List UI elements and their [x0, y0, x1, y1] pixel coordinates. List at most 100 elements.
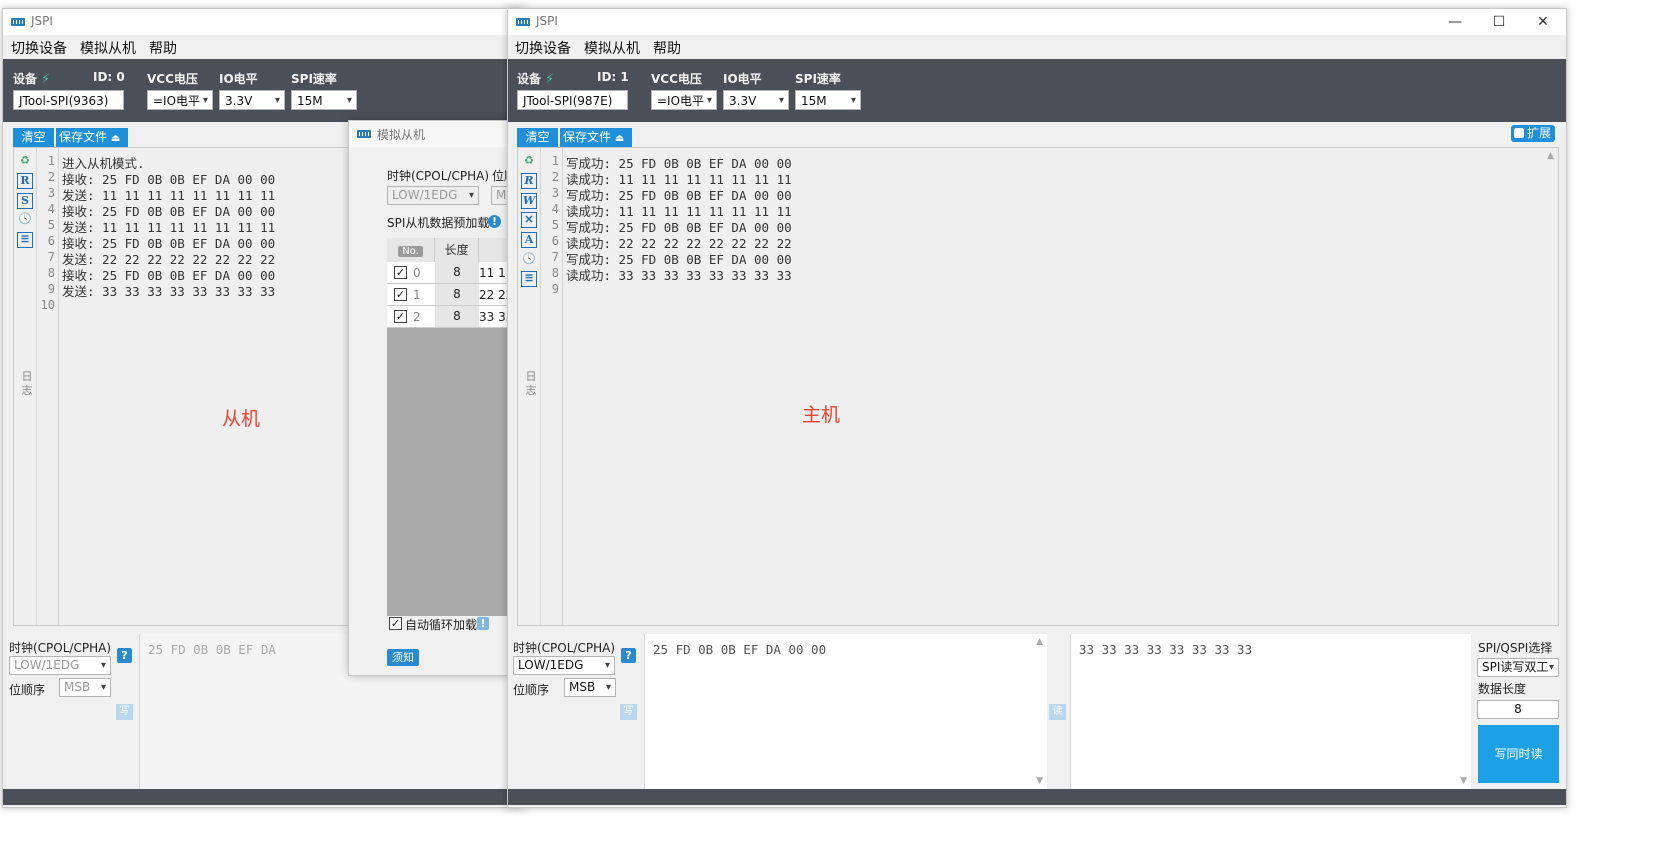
clock-icon[interactable]: 🕓 [17, 212, 33, 228]
clock-select[interactable]: LOW/1EDG [513, 656, 615, 675]
list-icon[interactable]: ☰ [521, 271, 537, 287]
write-hex-text: 25 FD 0B 0B EF DA 00 00 [653, 642, 827, 657]
spi-speed-value: 15M [801, 94, 827, 108]
scroll-up-icon[interactable]: ▲ [1547, 151, 1554, 161]
help-icon[interactable]: ? [621, 648, 636, 663]
help-icon[interactable]: ? [117, 648, 132, 663]
master-titlebar[interactable]: JSPI — ☐ ✕ [508, 9, 1566, 35]
vcc-select[interactable]: =IO电平 [651, 90, 717, 111]
write-hex-text: 25 FD 0B 0B EF DA [148, 642, 276, 657]
clock-icon[interactable]: 🕓 [521, 252, 537, 268]
row-checkbox[interactable]: ✓ [394, 266, 407, 279]
table-row[interactable]: ✓ 0 8 11 11 [387, 262, 524, 284]
spi-speed-value: 15M [297, 94, 323, 108]
auto-loop-label: 自动循环加载 [405, 618, 478, 632]
scroll-down-icon[interactable]: ▼ [1460, 776, 1467, 786]
read-button[interactable]: 读 [1049, 704, 1066, 720]
hex-toggle-icon[interactable]: ✕ [521, 212, 537, 228]
maximize-icon[interactable]: ☐ [1476, 11, 1522, 33]
vcc-select[interactable]: =IO电平 [147, 90, 213, 111]
line-number: 6 [47, 234, 55, 248]
mode-select[interactable]: SPI读写双工 [1477, 658, 1559, 677]
clear-button[interactable]: 清空 [13, 128, 54, 147]
scroll-down-icon[interactable]: ▼ [1036, 776, 1043, 786]
io-select[interactable]: 3.3V [219, 90, 285, 111]
device-field[interactable]: JTool-SPI(9363) [13, 90, 124, 110]
recycle-icon[interactable]: ♻ [17, 154, 33, 170]
write-hex-box[interactable]: 25 FD 0B 0B EF DA 00 00 ▲ ▼ [644, 634, 1047, 789]
log-tools: ♻ R W ✕ A 🕓 ☰ 日志 [518, 148, 541, 625]
menu-help[interactable]: 帮助 [653, 38, 681, 58]
scroll-up-icon[interactable]: ▲ [1036, 637, 1043, 647]
info-icon[interactable]: ! [488, 215, 501, 228]
notice-button[interactable]: 须知 [387, 649, 419, 666]
log-tab-label: 日志 [525, 370, 537, 397]
slave-titlebar[interactable]: JSPI [3, 9, 523, 35]
clear-button[interactable]: 清空 [517, 128, 558, 147]
spi-speed-select[interactable]: 15M [291, 90, 357, 111]
preload-table: No. 长度 ✓ 0 8 11 11 ✓ 1 8 22 22 ✓ 2 8 33 … [387, 238, 524, 616]
line-number: 3 [551, 186, 559, 200]
vcc-label: VCC电压 [651, 72, 702, 86]
menubar: 切换设备 模拟从机 帮助 [3, 35, 523, 59]
line-number: 5 [551, 218, 559, 232]
device-field[interactable]: JTool-SPI(987E) [517, 90, 628, 110]
spi-speed-label: SPI速率 [795, 72, 841, 86]
clock-select[interactable]: LOW/1EDG [9, 656, 111, 675]
save-file-button[interactable]: 保存文件 ⏏ [56, 128, 128, 147]
w-toggle-icon[interactable]: W [521, 193, 537, 209]
write-button[interactable]: 写 [620, 704, 637, 720]
r-toggle-icon[interactable]: R [17, 173, 33, 189]
auto-loop-info-icon[interactable]: ! [477, 617, 489, 630]
save-file-label: 保存文件 [59, 130, 108, 144]
line-number: 7 [47, 250, 55, 264]
io-label: IO电平 [219, 72, 258, 86]
menu-switch-device[interactable]: 切换设备 [515, 38, 571, 58]
mode-value: SPI读写双工 [1482, 660, 1549, 674]
io-select[interactable]: 3.3V [723, 90, 789, 111]
line-number: 9 [47, 282, 55, 296]
menu-help[interactable]: 帮助 [149, 38, 177, 58]
close-icon[interactable]: ✕ [1520, 11, 1566, 33]
log-line: 读成功: 33 33 33 33 33 33 33 33 [566, 268, 792, 283]
data-length-input[interactable]: 8 [1477, 700, 1559, 719]
read-hex-box[interactable]: 33 33 33 33 33 33 33 33 ▼ [1070, 634, 1471, 789]
bit-order-select[interactable]: MSB [59, 678, 111, 697]
minimize-icon[interactable]: — [1432, 11, 1478, 33]
row-length: 8 [435, 306, 479, 327]
expand-button[interactable]: 扩展 [1511, 125, 1555, 142]
status-bar [3, 789, 523, 805]
vcc-label: VCC电压 [147, 72, 198, 86]
data-length-label: 数据长度 [1478, 682, 1527, 696]
dialog-titlebar[interactable]: 模拟从机 [349, 121, 524, 147]
dialog-clock-select[interactable]: LOW/1EDG [387, 186, 479, 205]
row-checkbox[interactable]: ✓ [394, 310, 407, 323]
expand-toggle-icon [1513, 128, 1524, 138]
r-toggle-icon[interactable]: R [521, 173, 537, 189]
simulate-slave-dialog: 模拟从机 时钟(CPOL/CPHA) 位顺 LOW/1EDG M SPI从机数据… [348, 120, 525, 676]
ascii-toggle-icon[interactable]: A [521, 232, 537, 248]
row-checkbox[interactable]: ✓ [394, 288, 407, 301]
line-number: 9 [551, 282, 559, 296]
s-toggle-icon[interactable]: S [17, 193, 33, 209]
menu-simulate-slave[interactable]: 模拟从机 [584, 38, 640, 58]
table-row[interactable]: ✓ 2 8 33 33 [387, 306, 524, 328]
auto-loop-checkbox[interactable]: ✓ [389, 617, 402, 630]
device-bar: 设备 ⚡ ID: 1 VCC电压 IO电平 SPI速率 JTool-SPI(987… [508, 59, 1566, 122]
table-row[interactable]: ✓ 1 8 22 22 [387, 284, 524, 306]
bit-order-select[interactable]: MSB [564, 678, 616, 697]
spi-speed-label: SPI速率 [291, 72, 337, 86]
recycle-icon[interactable]: ♻ [521, 154, 537, 170]
write-button[interactable]: 写 [116, 704, 133, 720]
download-icon: ⏏ [110, 133, 121, 144]
clock-label: 时钟(CPOL/CPHA) [9, 641, 112, 655]
menu-switch-device[interactable]: 切换设备 [11, 38, 67, 58]
save-file-button[interactable]: 保存文件 ⏏ [560, 128, 632, 147]
line-number: 3 [47, 186, 55, 200]
menu-simulate-slave[interactable]: 模拟从机 [80, 38, 136, 58]
spi-speed-select[interactable]: 15M [795, 90, 861, 111]
row-no: 2 [413, 310, 421, 324]
line-number: 8 [47, 266, 55, 280]
list-icon[interactable]: ☰ [17, 232, 33, 248]
write-read-button[interactable]: 写同时读 [1478, 725, 1559, 783]
